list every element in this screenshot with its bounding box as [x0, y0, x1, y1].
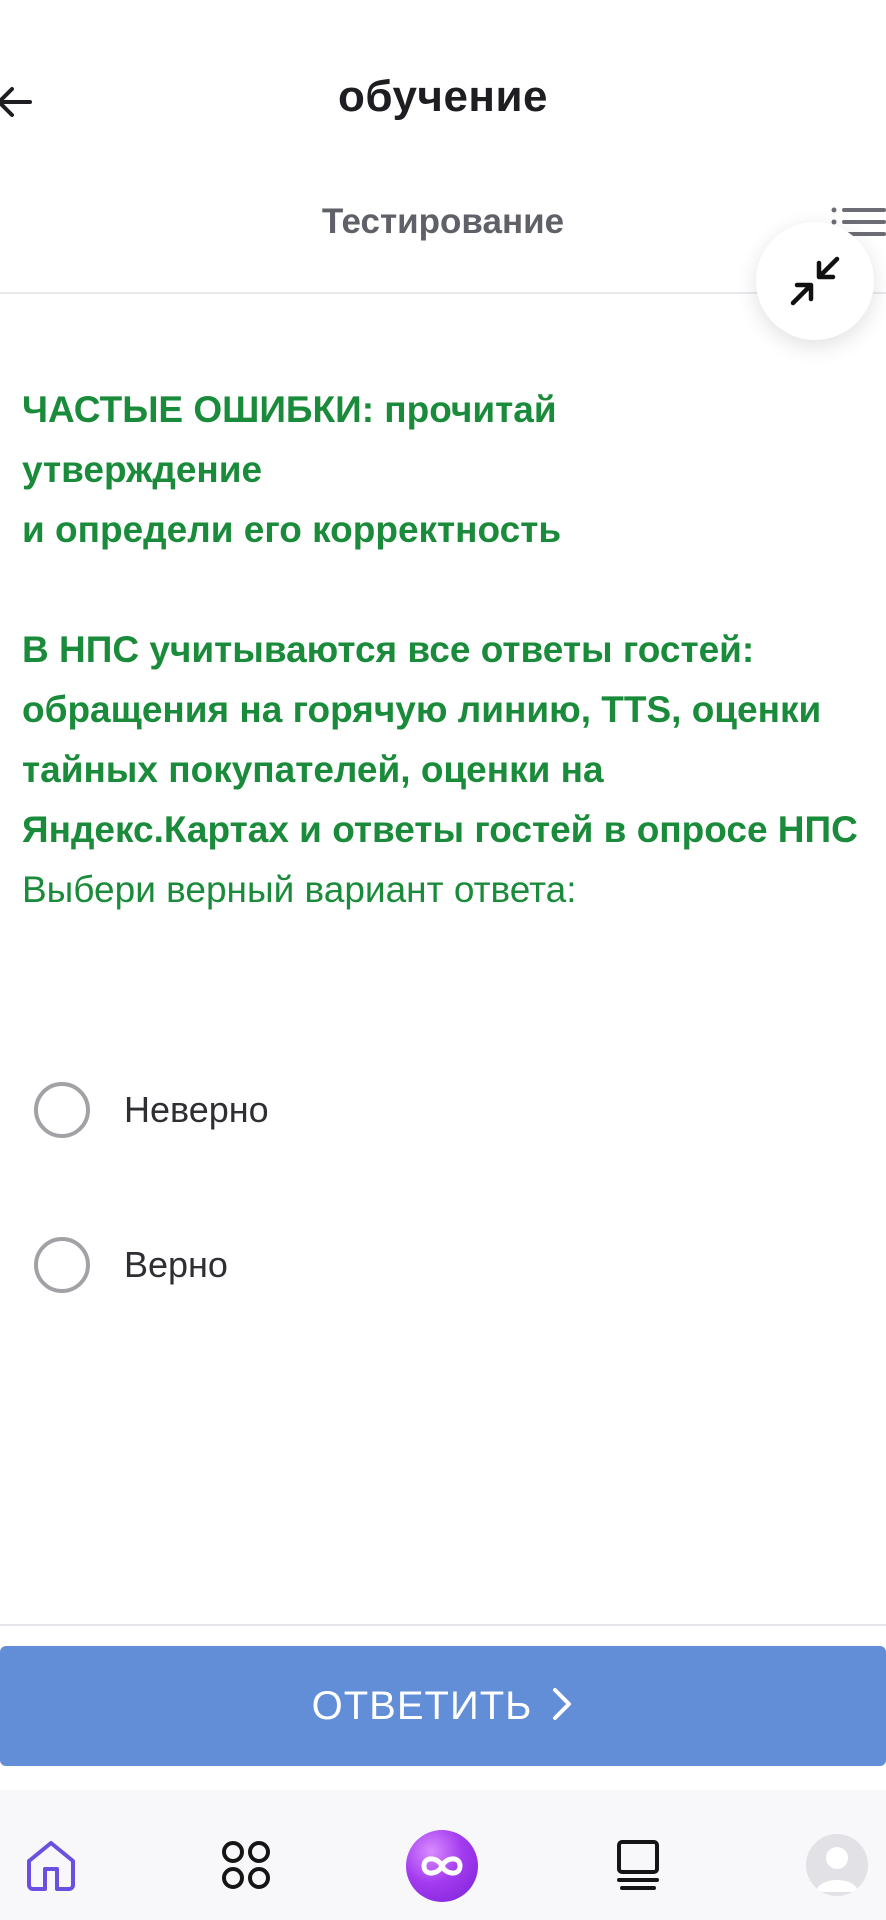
nav-library[interactable] — [603, 1830, 673, 1900]
infinity-icon — [421, 1856, 463, 1876]
question-block: ЧАСТЫЕ ОШИБКИ: прочитай утверждение и оп… — [22, 380, 868, 920]
bottom-nav — [0, 1790, 886, 1920]
grid-icon — [222, 1841, 270, 1889]
option-label: Верно — [124, 1244, 228, 1285]
bottom-divider — [0, 1624, 886, 1626]
option-correct[interactable]: Верно — [34, 1225, 854, 1305]
question-intro-line2: утверждение — [22, 449, 263, 490]
library-icon — [617, 1840, 659, 1890]
option-label: Неверно — [124, 1089, 269, 1130]
radio-button[interactable] — [34, 1082, 90, 1138]
question-intro-line3: и определи его корректность — [22, 509, 562, 550]
answer-button-label: ОТВЕТИТЬ — [311, 1683, 533, 1728]
nav-center-button[interactable] — [406, 1830, 478, 1902]
home-icon — [27, 1841, 75, 1891]
chevron-right-icon — [550, 1686, 574, 1727]
header-divider — [0, 292, 886, 294]
collapse-arrows-icon — [790, 256, 840, 306]
option-incorrect[interactable]: Неверно — [34, 1070, 854, 1150]
question-statement: В НПС учитываются все ответы гостей: обр… — [22, 629, 858, 850]
user-icon — [816, 1847, 858, 1892]
answer-button[interactable]: ОТВЕТИТЬ — [0, 1646, 886, 1766]
app-screen: обучение Тестирование ЧАСТЫЕ ОШИБКИ: про… — [0, 0, 886, 1920]
nav-home[interactable] — [16, 1830, 86, 1900]
radio-button[interactable] — [34, 1237, 90, 1293]
question-hint: Выбери верный вариант ответа: — [22, 869, 577, 910]
question-spacer — [22, 560, 868, 620]
nav-catalog[interactable] — [211, 1830, 281, 1900]
page-title: обучение — [337, 72, 549, 121]
question-intro-line1: ЧАСТЫЕ ОШИБКИ: прочитай — [22, 389, 557, 430]
collapse-button[interactable] — [756, 222, 874, 340]
top-bar: обучение Тестирование — [0, 0, 886, 241]
profile-avatar[interactable] — [806, 1834, 868, 1896]
section-title: Тестирование — [321, 202, 565, 241]
